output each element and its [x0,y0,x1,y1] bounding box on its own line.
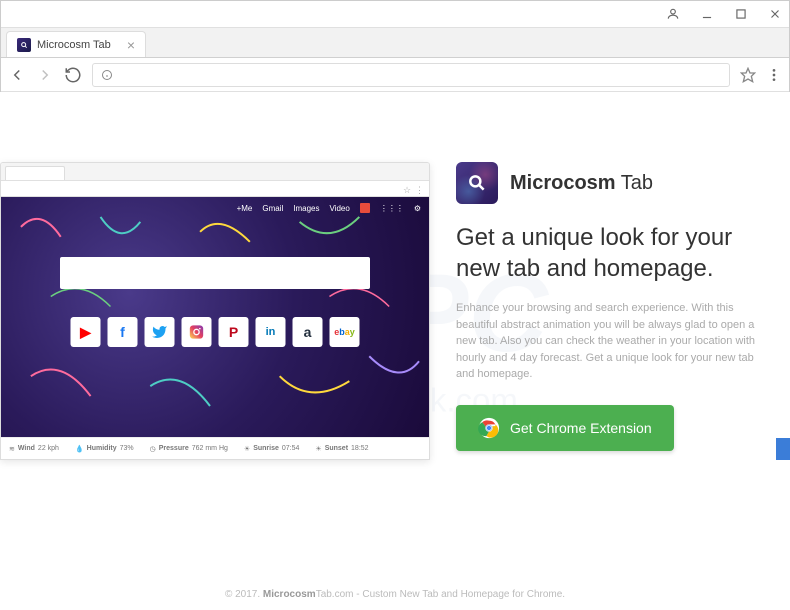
info-icon [101,69,113,81]
preview-star-icon: ☆ [403,185,411,193]
youtube-icon: ▶ [71,317,101,347]
cta-label: Get Chrome Extension [510,420,652,436]
preview-nav: +Me Gmail Images Video ⋮⋮⋮ ⚙ [237,203,421,213]
tab-close-icon[interactable]: × [127,37,135,53]
browser-tab[interactable]: Microcosm Tab × [6,31,146,57]
brand-logo-icon [456,162,498,204]
browser-toolbar [0,58,790,92]
window-titlebar [0,0,790,28]
stat-sunset: ☀ Sunset 18:52 [315,445,368,453]
amazon-icon: a [293,317,323,347]
headline: Get a unique look for your new tab and h… [456,222,760,284]
browser-tabbar: Microcosm Tab × [0,28,790,58]
preview-tabbar [1,163,429,181]
maximize-icon[interactable] [734,7,748,21]
bookmark-icon[interactable] [740,67,756,83]
preview-weather-bar: ≋ Wind 22 kph 💧 Humidity 73% ◷ Pressure … [1,437,429,459]
apps-icon: ⋮⋮⋮ [380,204,404,213]
forward-button[interactable] [36,66,54,84]
preview-nav-me: +Me [237,204,253,213]
address-bar[interactable] [92,63,730,87]
preview-toolbar: ☆ ⋮ [1,181,429,197]
brand: Microcosm Tab [456,162,760,204]
preview-search-input [60,257,370,289]
stat-sunrise: ☀ Sunrise 07:54 [244,445,300,453]
twitter-icon [145,317,175,347]
chrome-icon [478,417,500,439]
preview-tab [5,166,65,180]
preview-shortcuts: ▶ f P in a ebay [71,317,360,347]
page-footer: © 2017. MicrocosmTab.com - Custom New Ta… [0,589,790,600]
back-button[interactable] [8,66,26,84]
linkedin-icon: in [256,317,286,347]
preview-menu-icon: ⋮ [415,185,423,193]
pinterest-icon: P [219,317,249,347]
reload-button[interactable] [64,66,82,84]
tab-favicon-icon [17,38,31,52]
stat-pressure: ◷ Pressure 762 mm Hg [150,445,228,453]
tab-title: Microcosm Tab [37,39,111,51]
get-extension-button[interactable]: Get Chrome Extension [456,405,674,451]
preview-nav-video: Video [330,204,350,213]
notification-icon [360,203,370,213]
facebook-icon: f [108,317,138,347]
preview-body: +Me Gmail Images Video ⋮⋮⋮ ⚙ ▶ f P in a [1,197,429,437]
stat-humidity: 💧 Humidity 73% [75,445,134,453]
close-icon[interactable] [768,7,782,21]
preview-nav-images: Images [293,204,319,213]
page-content: PC risk.com ☆ ⋮ [0,92,790,610]
preview-nav-gmail: Gmail [262,204,283,213]
description: Enhance your browsing and search experie… [456,300,760,383]
instagram-icon [182,317,212,347]
stat-wind: ≋ Wind 22 kph [9,445,59,453]
preview-browser: ☆ ⋮ +Me Gmail [0,162,430,460]
minimize-icon[interactable] [700,7,714,21]
menu-icon[interactable] [766,67,782,83]
ebay-icon: ebay [330,317,360,347]
account-icon[interactable] [666,7,680,21]
gear-icon: ⚙ [414,204,421,213]
brand-name: Microcosm Tab [510,172,653,195]
